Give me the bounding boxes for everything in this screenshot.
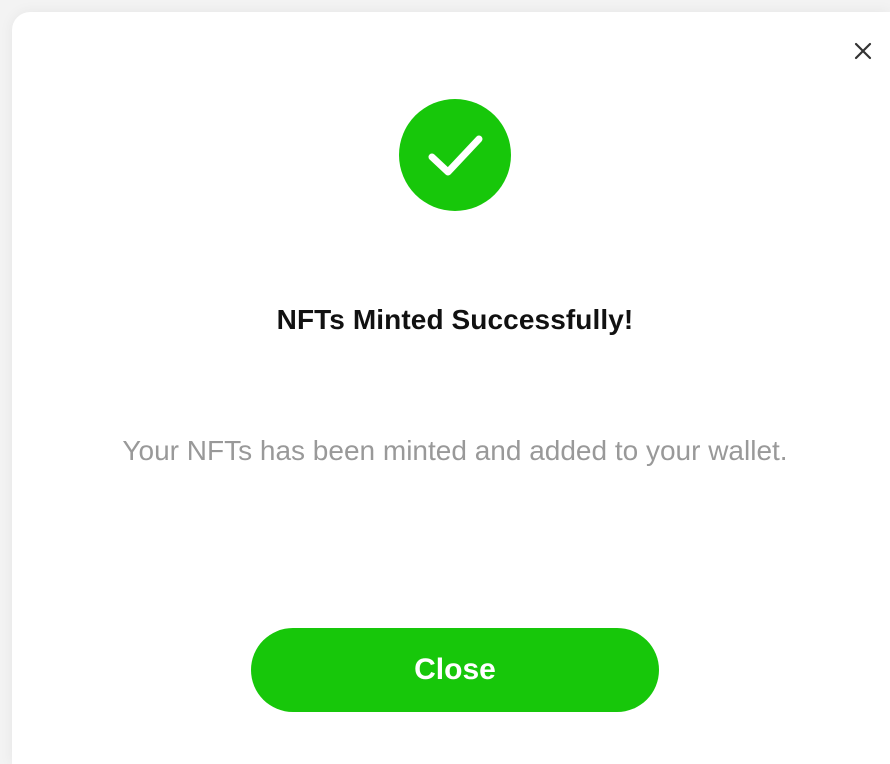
success-dialog: NFTs Minted Successfully! Your NFTs has … — [12, 12, 890, 764]
checkmark-icon — [428, 135, 483, 176]
success-badge — [399, 99, 511, 211]
dialog-title: NFTs Minted Successfully! — [276, 304, 634, 335]
close-x-icon[interactable] — [850, 38, 876, 64]
dialog-message: Your NFTs has been minted and added to y… — [122, 435, 788, 466]
close-button[interactable]: Close — [251, 628, 659, 712]
